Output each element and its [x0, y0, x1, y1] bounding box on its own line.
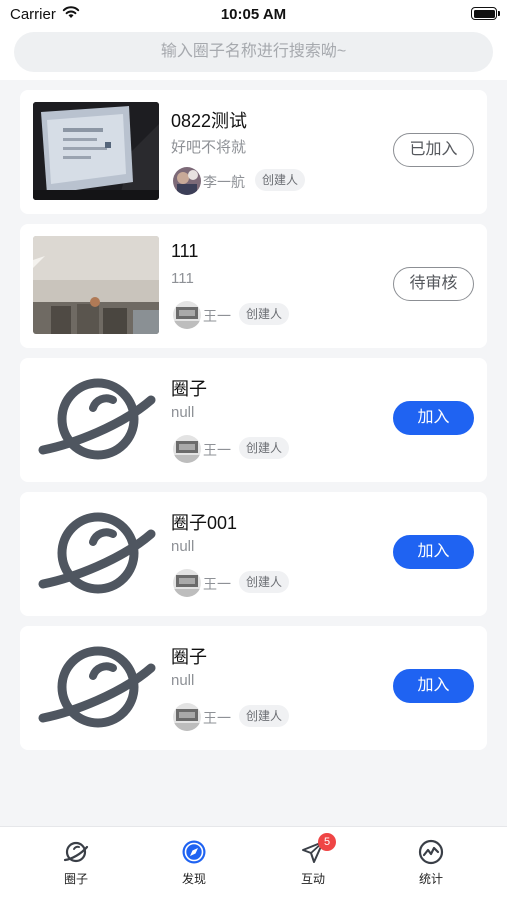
- status-bar: Carrier 10:05 AM: [0, 0, 507, 28]
- planet-logo-icon: [33, 504, 159, 602]
- circle-thumbnail: [33, 236, 159, 334]
- search-bar: 输入圈子名称进行搜索呦~: [0, 28, 507, 80]
- pending-review-button[interactable]: 待审核: [393, 267, 474, 301]
- circle-card[interactable]: 圈子 null 王一 创建人 加入: [20, 358, 487, 482]
- clock: 10:05 AM: [220, 6, 287, 23]
- tab-label: 发现: [181, 872, 206, 886]
- role-badge: 创建人: [239, 437, 290, 459]
- tab-label: 互动: [300, 872, 325, 886]
- planet-icon: [63, 841, 89, 863]
- role-badge: 创建人: [239, 303, 290, 325]
- search-input[interactable]: 输入圈子名称进行搜索呦~: [14, 32, 493, 72]
- planet-logo-icon: [33, 638, 159, 736]
- tab-circles[interactable]: 圈子: [36, 839, 116, 887]
- tab-bar: 圈子 发现 5 互动 统计: [0, 826, 507, 901]
- owner-name: 李一航: [203, 174, 245, 190]
- role-badge: 创建人: [239, 571, 290, 593]
- circle-title: 0822测试: [171, 111, 248, 131]
- circle-card[interactable]: 111 111 王一 创建人 待审核: [20, 224, 487, 348]
- tab-interaction[interactable]: 5 互动: [273, 833, 353, 887]
- join-button[interactable]: 加入: [393, 669, 474, 703]
- circle-card[interactable]: 0822测试 好吧不将就 李一航 创建人 已加入: [20, 90, 487, 214]
- circle-description: 好吧不将就: [171, 139, 247, 156]
- circle-title: 圈子001: [171, 513, 238, 533]
- join-button[interactable]: 加入: [393, 401, 474, 435]
- tab-statistics[interactable]: 统计: [391, 839, 471, 887]
- avatar: [173, 569, 201, 597]
- planet-logo-icon: [33, 370, 159, 468]
- compass-icon: [182, 840, 206, 864]
- joined-button[interactable]: 已加入: [393, 133, 474, 167]
- avatar: [173, 435, 201, 463]
- circle-title: 圈子: [171, 647, 207, 667]
- circle-list: 0822测试 好吧不将就 李一航 创建人 已加入 111 111 王一 创建人 …: [20, 90, 487, 760]
- circle-card[interactable]: 圈子 null 王一 创建人 加入: [20, 626, 487, 750]
- avatar: [173, 703, 201, 731]
- circle-description: null: [171, 672, 195, 689]
- owner-name: 王一: [203, 308, 231, 324]
- role-badge: 创建人: [255, 169, 306, 191]
- battery-icon: [471, 7, 500, 20]
- avatar: [173, 167, 201, 195]
- owner-name: 王一: [203, 442, 231, 458]
- circle-description: null: [171, 404, 195, 421]
- circle-card[interactable]: 圈子001 null 王一 创建人 加入: [20, 492, 487, 616]
- tab-label: 圈子: [63, 872, 88, 886]
- circle-description: null: [171, 538, 195, 555]
- owner-name: 王一: [203, 576, 231, 592]
- tab-label: 统计: [418, 872, 443, 886]
- join-button[interactable]: 加入: [393, 535, 474, 569]
- circle-title: 圈子: [171, 379, 207, 399]
- notification-badge: 5: [318, 833, 336, 851]
- tab-discover[interactable]: 发现: [154, 839, 234, 887]
- circle-title: 111: [171, 241, 199, 261]
- owner-name: 王一: [203, 710, 231, 726]
- circle-description: 111: [171, 270, 194, 287]
- chart-icon: [418, 839, 444, 865]
- avatar: [173, 301, 201, 329]
- role-badge: 创建人: [239, 705, 290, 727]
- circle-thumbnail: [33, 102, 159, 200]
